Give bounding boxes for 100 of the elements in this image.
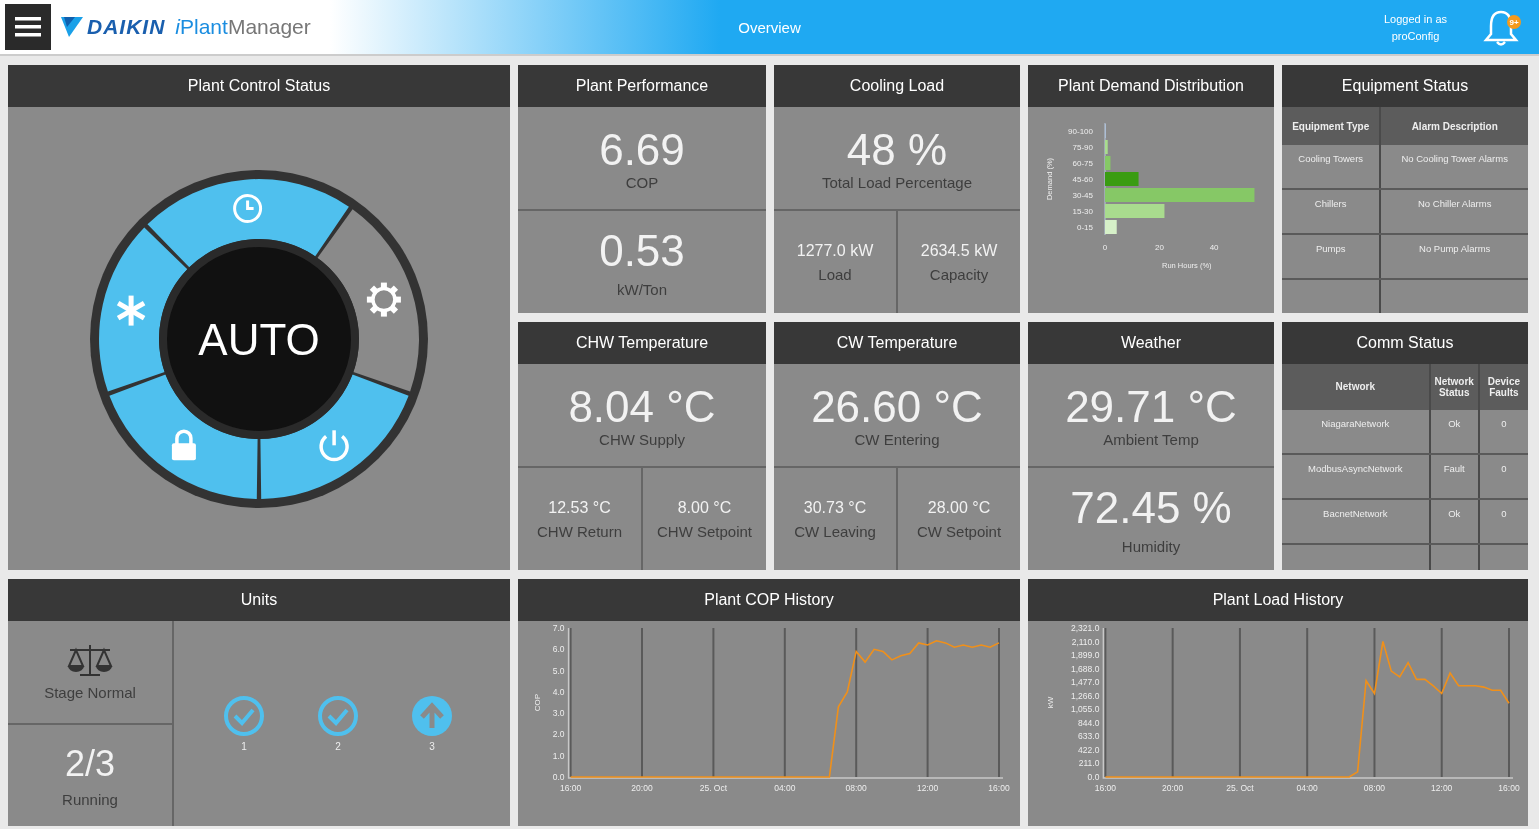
mode-segment[interactable]	[99, 227, 188, 392]
balance-scale-icon	[66, 642, 114, 679]
axis-tick-label: 75-90	[1072, 143, 1093, 152]
axis-tick-label: 12:00	[916, 783, 939, 793]
metric-label: Load	[818, 265, 852, 283]
axis-tick-label: 60-75	[1072, 159, 1093, 168]
menu-button[interactable]	[5, 4, 51, 50]
unit-button[interactable]: 2	[317, 695, 359, 752]
axis-tick-label: 2.0	[552, 729, 565, 740]
mode-segment[interactable]	[147, 178, 349, 267]
axis-tick-label: 2,110.0	[1071, 636, 1100, 647]
metric-label: COP	[625, 173, 659, 191]
axis-tick-label: 6.0	[552, 644, 565, 655]
axis-tick-label: 3.0	[552, 708, 565, 719]
metric-value: 48 %	[846, 125, 948, 174]
clock-icon	[233, 193, 263, 223]
metric-label: Total Load Percentage	[821, 173, 973, 191]
axis-tick-label: 0	[1102, 243, 1108, 252]
axis-tick-label: 0.0	[1087, 772, 1100, 782]
axis-tick-label: 04:00	[1296, 783, 1318, 793]
table-cell: No Pump Alarms	[1380, 234, 1528, 279]
table-cell: Chillers	[1282, 189, 1381, 234]
metric-label: CHW Return	[537, 522, 622, 540]
axis-tick-label: 30-45	[1072, 191, 1093, 200]
metric-label: CW Leaving	[794, 522, 876, 540]
column-header: Equipment Type	[1282, 107, 1381, 145]
metric-label: CHW Setpoint	[656, 522, 752, 540]
metric-label: CHW Supply	[599, 430, 685, 448]
panel-header: CW Temperature	[774, 322, 1020, 364]
chart-bar	[1105, 204, 1165, 218]
axis-tick-label: 1.0	[552, 750, 565, 761]
axis-tick-label: 422.0	[1078, 744, 1100, 755]
axis-tick-label: 20	[1155, 243, 1164, 252]
brand-logo-text: DAIKIN	[87, 15, 166, 39]
axis-tick-label: 1,899.0	[1071, 650, 1100, 661]
axis-tick-label: 25. Oct	[1226, 783, 1254, 793]
power-icon	[319, 429, 349, 461]
user-name: proConfig	[1391, 29, 1440, 42]
axis-tick-label: 04:00	[774, 783, 796, 793]
axis-tick-label: 16:00	[559, 783, 582, 793]
unit-button[interactable]: 1	[223, 695, 265, 752]
running-label: Running	[62, 790, 118, 808]
menu-icon	[15, 16, 41, 38]
axis-tick-label: 08:00	[845, 783, 867, 793]
metric-value: 6.69	[599, 125, 685, 174]
table-cell: 0	[1478, 498, 1528, 544]
metric-value: 0.53	[599, 226, 685, 275]
mode-segment[interactable]	[260, 374, 409, 499]
axis-tick-label: 4.0	[552, 686, 565, 697]
axis-tick-label: 1,477.0	[1071, 677, 1100, 688]
notification-button[interactable]: 9+	[1481, 7, 1521, 47]
running-count: 2/3	[64, 742, 115, 785]
table-cell: NiagaraNetwork	[1282, 409, 1430, 454]
column-header: Device Faults	[1478, 364, 1528, 410]
axis-tick-label: 12:00	[1431, 783, 1453, 793]
mode-segment[interactable]	[317, 208, 419, 392]
axis-title: COP	[533, 693, 543, 712]
table-cell: No Cooling Tower Alarms	[1380, 145, 1528, 189]
panel-header: Cooling Load	[774, 65, 1020, 107]
metric-value: 28.00 °C	[927, 498, 991, 517]
metric-value: 8.00 °C	[677, 498, 732, 517]
axis-tick-label: 40	[1209, 243, 1219, 252]
column-header: Alarm Description	[1380, 107, 1528, 145]
axis-tick-label: 211.0	[1078, 758, 1100, 769]
axis-title: kW	[1045, 696, 1055, 709]
metric-value: 12.53 °C	[548, 498, 611, 517]
logo-icon	[61, 17, 83, 37]
table-cell: Cooling Towers	[1282, 145, 1381, 189]
axis-tick-label: 1,688.0	[1071, 663, 1100, 674]
metric-value: 26.60 °C	[811, 382, 983, 431]
login-label: Logged in as	[1384, 12, 1447, 25]
check-circle-icon	[223, 695, 265, 737]
metric-value: 8.04 °C	[568, 382, 716, 431]
panel-header: Units	[8, 579, 510, 621]
notification-badge: 9+	[1507, 15, 1521, 29]
metric-value: 1277.0 kW	[796, 241, 874, 260]
axis-tick-label: 25. Oct	[699, 783, 728, 793]
metric-label: Capacity	[929, 265, 989, 283]
gear-icon	[366, 282, 401, 317]
panel-header: Plant Demand Distribution	[1028, 65, 1274, 107]
axis-tick-label: 844.0	[1078, 717, 1100, 728]
panel-header: Equipment Status	[1282, 65, 1528, 107]
table-cell: No Chiller Alarms	[1380, 189, 1528, 234]
axis-tick-label: 5.0	[552, 665, 565, 676]
panel-header: Plant COP History	[518, 579, 1020, 621]
table-cell: BacnetNetwork	[1282, 498, 1430, 544]
column-header: Network Status	[1429, 364, 1479, 410]
unit-button[interactable]: 3	[411, 695, 453, 752]
metric-value: 30.73 °C	[803, 498, 867, 517]
mode-segment[interactable]	[109, 374, 258, 499]
axis-tick-label: 90-100	[1068, 127, 1093, 136]
chart-bar	[1105, 156, 1111, 170]
axis-tick-label: 20:00	[631, 783, 653, 793]
table-cell: 0	[1478, 409, 1528, 454]
chart-bar	[1105, 220, 1117, 234]
check-circle-icon	[317, 695, 359, 737]
column-header: Network	[1282, 364, 1430, 410]
chart-bar	[1105, 172, 1139, 186]
table-cell: Pumps	[1282, 234, 1381, 279]
axis-tick-label: 16:00	[988, 783, 1010, 793]
